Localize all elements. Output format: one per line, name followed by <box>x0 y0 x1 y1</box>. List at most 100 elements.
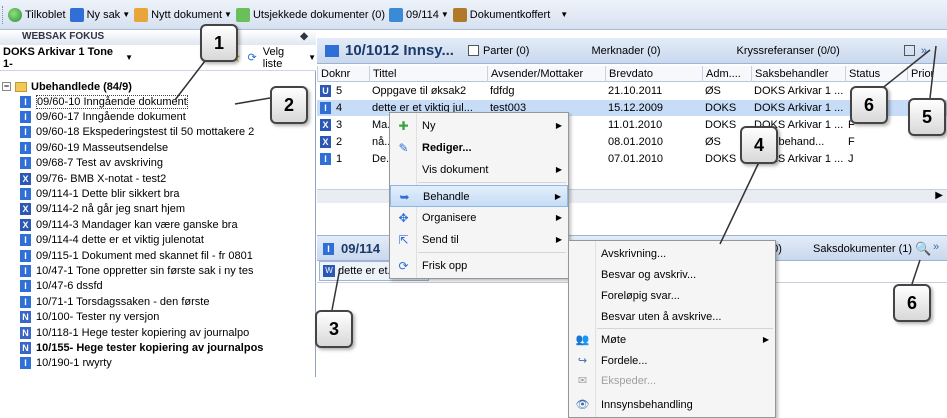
chevron-down-icon[interactable]: ▼ <box>308 53 316 62</box>
tree-item[interactable]: I 09/114-1 Dette blir sikkert bra <box>0 186 316 201</box>
menu-item-label: Besvar og avskriv... <box>601 269 697 281</box>
tree-item[interactable]: I 09/115-1 Dokument med skannet fil - fr … <box>0 248 316 263</box>
callout-2: 2 <box>270 86 308 124</box>
document-type-x-icon: X <box>20 218 31 231</box>
globe-icon <box>8 7 22 22</box>
document-type-i-icon: I <box>20 280 31 293</box>
callout-6-second: 6 <box>893 284 931 322</box>
document-type-x-icon: X <box>20 203 31 216</box>
notes-tab[interactable]: Merknader (0) <box>591 45 660 57</box>
document-type-i-icon: I <box>20 357 31 370</box>
document-type-i-icon: I <box>20 111 31 124</box>
document-type-n-icon: N <box>20 311 31 324</box>
document-type-i-icon: I <box>20 295 31 308</box>
document-plus-icon <box>134 7 149 22</box>
tree-item[interactable]: X 09/76- BMB X-notat - test2 <box>0 171 316 186</box>
overflow-chevron-icon[interactable]: » <box>921 45 927 57</box>
menu-item-behandle[interactable]: ➥ Behandle ▶ <box>390 185 568 207</box>
tree-item[interactable]: I 10/190-1 rwyrty <box>0 356 316 371</box>
menu-item-møte[interactable]: 👥 Møte ▶ <box>569 329 775 351</box>
new-case-button[interactable]: Ny sak ▼ <box>69 7 130 22</box>
menu-item-vis-dokument[interactable]: Vis dokument ▶ <box>390 159 568 181</box>
refresh-icon[interactable]: ⟳ <box>248 51 257 64</box>
tree-item[interactable]: I 09/68-7 Test av avskriving <box>0 156 316 171</box>
document-type-i-icon: I <box>20 188 31 201</box>
case-documents-tab[interactable]: Saksdokumenter (1) <box>813 243 912 255</box>
toolbar-grip[interactable] <box>2 5 5 24</box>
tree-item-label: 09/114-4 dette er et viktig julenotat <box>36 234 204 247</box>
column-header[interactable]: Tittel <box>369 66 487 82</box>
tree-item[interactable]: N 10/155- Hege tester kopiering av journa… <box>0 340 316 355</box>
tree-item-label: 09/60-19 Masseutsendelse <box>36 141 169 154</box>
cell-nr: 1 <box>336 153 343 165</box>
tree-item[interactable]: X 09/114-3 Mandager kan være ganske bra <box>0 217 316 232</box>
tree-item[interactable]: I 10/47-6 dssfd <box>0 279 316 294</box>
menu-item-send-til[interactable]: ⇱ Send til ▶ <box>390 229 568 251</box>
cell-date: 11.01.2010 <box>608 119 663 131</box>
menu-item-besvar-uten-å-avskrive-[interactable]: Besvar uten å avskrive... <box>569 306 775 328</box>
pin-icon[interactable]: ◆ <box>300 31 308 43</box>
menu-item-label: Send til <box>422 234 459 246</box>
cell-handler: DOKS Arkivar 1 ... <box>754 102 844 114</box>
tree-item[interactable]: I 09/114-4 dette er et viktig julenotat <box>0 233 316 248</box>
tree-item-label: 10/100- Tester ny versjon <box>36 311 160 324</box>
case-title[interactable]: 10/1012 Innsy... <box>345 42 454 59</box>
tree-item[interactable]: I 09/60-18 Ekspederingstest til 50 mottak… <box>0 125 316 140</box>
maximize-icon[interactable] <box>903 45 915 56</box>
tree-item-label: 10/118-1 Hege tester kopiering av journa… <box>36 326 250 339</box>
new-document-button[interactable]: Nytt dokument ▼ <box>134 7 232 22</box>
parter-tab[interactable]: Parter (0) <box>483 45 529 57</box>
menu-separator <box>418 182 566 183</box>
online-status[interactable]: Tilkoblet <box>8 7 66 22</box>
menu-item-ny[interactable]: ✚ Ny ▶ <box>390 115 568 137</box>
document-type-x-icon: X <box>320 119 331 131</box>
tree-root-unprocessed[interactable]: − Ubehandlede (84/9) <box>0 79 316 94</box>
column-header[interactable]: Doknr <box>317 66 369 82</box>
left-panel-title: WebSak Fokus ◆ <box>0 31 316 45</box>
tree-item[interactable]: I 09/60-17 Inngående dokument <box>0 109 316 124</box>
menu-item-foreløpig-svar-[interactable]: Foreløpig svar... <box>569 285 775 307</box>
menu-item-innsynsbehandling[interactable]: 👁 Innsynsbehandling <box>569 394 775 416</box>
menu-item-besvar-og-avskriv-[interactable]: Besvar og avskriv... <box>569 264 775 286</box>
document-type-i-icon: I <box>320 153 331 165</box>
tree-item[interactable]: I 09/60-10 Inngående dokument <box>0 94 316 109</box>
tree-item[interactable]: I 09/60-19 Masseutsendelse <box>0 140 316 155</box>
cell-date: 15.12.2009 <box>608 102 664 114</box>
column-header[interactable]: Brevdato <box>605 66 702 82</box>
callout-6: 6 <box>850 86 888 124</box>
select-list-button[interactable]: Velg liste <box>263 46 305 70</box>
dispatched-documents-button[interactable]: Utsjekkede dokumenter (0) <box>235 7 385 22</box>
chevron-down-icon[interactable]: ▼ <box>125 53 133 62</box>
menu-item-organisere[interactable]: ✥ Organisere ▶ <box>390 207 568 229</box>
documents-grid-header: Doknr Tittel Avsender/Mottaker Brevdato Adm.… <box>317 66 947 82</box>
column-header[interactable]: Saksbehandler <box>751 66 845 82</box>
dispatch-icon: ✉ <box>577 375 588 387</box>
menu-item-frisk-opp[interactable]: ⟳ Frisk opp <box>390 255 568 277</box>
tree-item[interactable]: X 09/114-2 nå går jeg snart hjem <box>0 202 316 217</box>
parter-checkbox[interactable] <box>467 45 479 56</box>
menu-item-rediger-[interactable]: ✎ Rediger... <box>390 137 568 159</box>
column-header[interactable]: Adm.... <box>702 66 751 82</box>
collapse-icon[interactable]: − <box>2 82 11 91</box>
archive-name[interactable]: DOKS Arkivar 1 Tone 1- <box>3 46 121 70</box>
cell-status: J <box>848 153 854 165</box>
tree-item-label: 09/60-10 Inngående dokument <box>36 94 188 109</box>
scroll-right-arrow-icon[interactable]: ▶ <box>935 190 943 201</box>
column-header[interactable]: Avsender/Mottaker <box>487 66 605 82</box>
column-header[interactable]: Prior <box>907 66 947 82</box>
overflow-chevron-icon[interactable]: » <box>933 241 939 253</box>
tree-item[interactable]: N 10/118-1 Hege tester kopiering av journ… <box>0 325 316 340</box>
menu-item-avskrivning-[interactable]: Avskrivning... <box>569 243 775 265</box>
briefcase-button[interactable]: Dokumentkoffert <box>452 7 550 22</box>
case-shortcut-button[interactable]: 09/114 ▼ <box>389 7 449 22</box>
crossref-tab[interactable]: Kryssreferanser (0/0) <box>737 45 840 57</box>
document-title[interactable]: 09/114 <box>341 241 380 256</box>
tree-item[interactable]: N 10/100- Tester ny versjon <box>0 309 316 324</box>
search-icon[interactable]: 🔍 <box>915 241 931 257</box>
main-toolbar: Tilkoblet Ny sak ▼ Nytt dokument ▼ Utsjekk… <box>0 0 947 30</box>
toolbar-overflow-icon[interactable]: ▼ <box>560 10 568 19</box>
menu-item-fordele-[interactable]: ↪ Fordele... <box>569 350 775 372</box>
tree-item[interactable]: I 10/71-1 Torsdagssaken - den første <box>0 294 316 309</box>
column-header[interactable]: Status <box>845 66 907 82</box>
tree-item[interactable]: I 10/47-1 Tone oppretter sin første sak i… <box>0 263 316 278</box>
